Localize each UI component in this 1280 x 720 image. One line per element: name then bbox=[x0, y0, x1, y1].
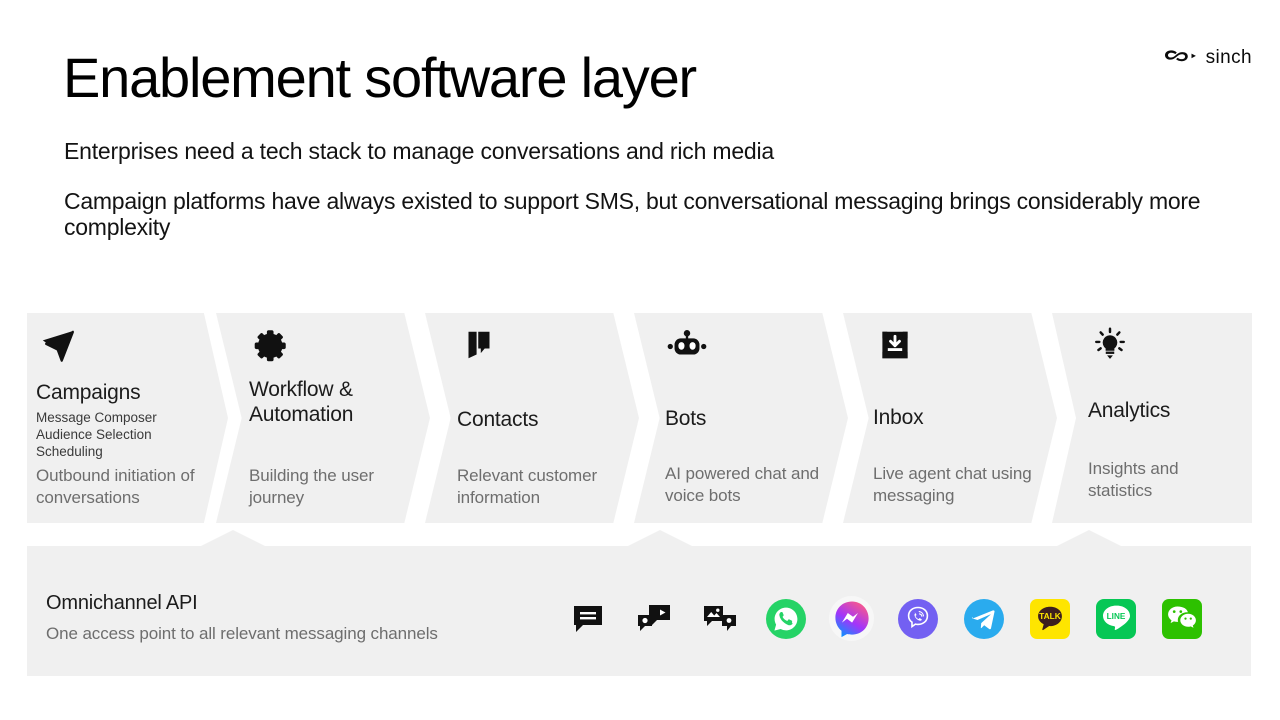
page-title: Enablement software layer bbox=[63, 46, 697, 109]
video-message-bubble-icon[interactable] bbox=[631, 596, 676, 641]
channel-icon-list: TALK LINE bbox=[565, 596, 1204, 641]
pillar-description: Insights and statistics bbox=[1088, 459, 1179, 500]
pillar-title: Bots bbox=[665, 407, 707, 430]
pillar-card-contacts[interactable]: Contacts Relevant customer information bbox=[425, 313, 639, 523]
wechat-icon[interactable] bbox=[1159, 596, 1204, 641]
line-icon[interactable]: LINE bbox=[1093, 596, 1138, 641]
pillar-card-inbox[interactable]: Inbox Live agent chat using messaging bbox=[843, 313, 1057, 523]
gear-icon bbox=[249, 323, 293, 367]
subtitle-primary: Enterprises need a tech stack to manage … bbox=[64, 138, 775, 164]
pillar-description: Relevant customer information bbox=[457, 466, 598, 507]
pillar-title: Campaigns bbox=[36, 381, 141, 404]
address-book-icon bbox=[457, 323, 501, 367]
pillar-row: Campaigns Message Composer Audience Sele… bbox=[0, 313, 1280, 523]
pillar-description: Live agent chat using messaging bbox=[873, 464, 1032, 505]
whatsapp-icon[interactable] bbox=[763, 596, 808, 641]
svg-text:LINE: LINE bbox=[1106, 612, 1125, 621]
sinch-infinity-logo-icon bbox=[1163, 48, 1197, 69]
pillar-title: Inbox bbox=[873, 406, 924, 429]
image-message-bubble-icon[interactable] bbox=[697, 596, 742, 641]
subtitle-secondary: Campaign platforms have always existed t… bbox=[64, 188, 1201, 240]
paper-plane-icon bbox=[36, 323, 80, 367]
facebook-messenger-icon[interactable] bbox=[829, 596, 874, 641]
lightbulb-icon bbox=[1088, 323, 1132, 367]
sms-chat-bubble-icon[interactable] bbox=[565, 596, 610, 641]
pillar-card-workflow-automation[interactable]: Workflow & Automation Building the user … bbox=[216, 313, 430, 523]
pillar-features: Message Composer Audience Selection Sche… bbox=[36, 410, 157, 459]
pillar-title: Contacts bbox=[457, 408, 539, 431]
omnichannel-title: Omnichannel API bbox=[46, 592, 198, 614]
omnichannel-subtitle: One access point to all relevant messagi… bbox=[46, 624, 438, 643]
pillar-description: Building the user journey bbox=[249, 466, 374, 507]
brand-logo: sinch bbox=[1163, 47, 1252, 69]
pillar-card-campaigns[interactable]: Campaigns Message Composer Audience Sele… bbox=[27, 313, 228, 523]
pillar-description: Outbound initiation of conversations bbox=[36, 466, 195, 507]
inbox-download-icon bbox=[873, 323, 917, 367]
pillar-description: AI powered chat and voice bots bbox=[665, 464, 820, 505]
svg-text:TALK: TALK bbox=[1039, 611, 1061, 621]
pillar-title: Workflow & Automation bbox=[249, 378, 354, 426]
brand-name: sinch bbox=[1205, 47, 1252, 68]
pillar-card-analytics[interactable]: Analytics Insights and statistics bbox=[1052, 313, 1252, 523]
pillar-title: Analytics bbox=[1088, 399, 1171, 422]
robot-icon bbox=[665, 323, 709, 367]
telegram-icon[interactable] bbox=[961, 596, 1006, 641]
kakaotalk-icon[interactable]: TALK bbox=[1027, 596, 1072, 641]
viber-icon[interactable] bbox=[895, 596, 940, 641]
pillar-card-bots[interactable]: Bots AI powered chat and voice bots bbox=[634, 313, 848, 523]
